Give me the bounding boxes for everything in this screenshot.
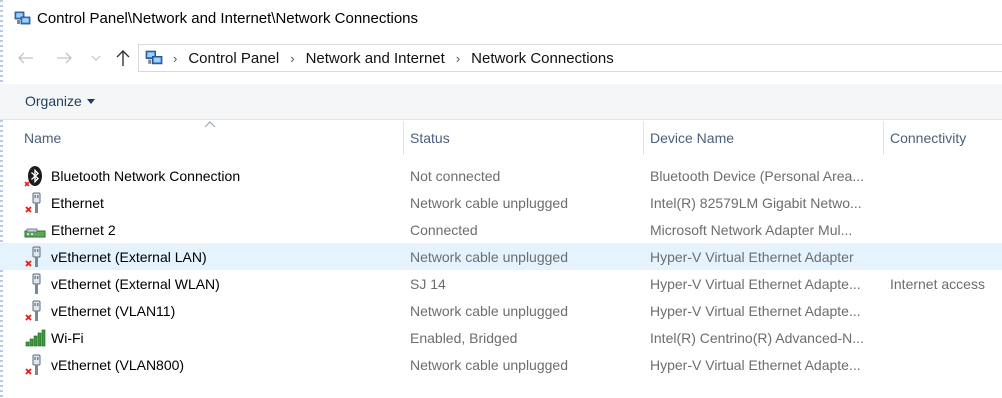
connection-name: vEthernet (External LAN) bbox=[51, 248, 207, 265]
command-bar: Organize bbox=[0, 84, 1002, 120]
connection-connectivity bbox=[890, 162, 1002, 189]
connection-row[interactable]: vEthernet (VLAN800) Network cable unplug… bbox=[0, 351, 1002, 378]
connection-device: Intel(R) 82579LM Gigabit Netwo... bbox=[650, 194, 862, 211]
chevron-right-icon[interactable]: › bbox=[456, 51, 460, 66]
connections-list: Bluetooth Network Connection Not connect… bbox=[0, 162, 1002, 378]
chevron-down-icon bbox=[91, 55, 101, 61]
connection-connectivity bbox=[890, 351, 1002, 378]
network-connections-icon bbox=[14, 11, 31, 24]
connection-connectivity bbox=[890, 324, 1002, 351]
column-header-name[interactable]: Name bbox=[18, 121, 402, 155]
arrow-right-icon bbox=[57, 52, 72, 64]
column-header-device-name[interactable]: Device Name bbox=[643, 121, 882, 155]
chevron-right-icon[interactable]: › bbox=[290, 51, 294, 66]
column-headers: Name Status Device Name Connectivity bbox=[0, 121, 1002, 155]
breadcrumb-control-panel[interactable]: Control Panel bbox=[188, 50, 279, 67]
chevron-right-icon[interactable]: › bbox=[173, 51, 177, 66]
connection-status: Network cable unplugged bbox=[410, 302, 568, 319]
connection-row[interactable]: vEthernet (External WLAN) SJ 14 Hyper-V … bbox=[0, 270, 1002, 297]
ethernet-icon bbox=[32, 273, 41, 294]
connection-row[interactable]: Wi-Fi Enabled, Bridged Intel(R) Centrino… bbox=[0, 324, 1002, 351]
connection-name: Wi-Fi bbox=[51, 329, 84, 346]
organize-button[interactable]: Organize bbox=[25, 93, 95, 109]
connection-device: Hyper-V Virtual Ethernet Adapte... bbox=[650, 302, 861, 319]
organize-label: Organize bbox=[25, 93, 82, 109]
forward-button[interactable] bbox=[54, 48, 74, 68]
connection-device: Hyper-V Virtual Ethernet Adapte... bbox=[650, 275, 861, 292]
connection-name: Ethernet 2 bbox=[51, 221, 116, 238]
ethernet-connected-icon bbox=[24, 228, 46, 237]
connection-row-selected[interactable]: vEthernet (External LAN) Network cable u… bbox=[0, 243, 1002, 270]
address-bar[interactable]: › Control Panel › Network and Internet ›… bbox=[138, 44, 1002, 72]
connection-status: Not connected bbox=[410, 167, 501, 184]
connection-name: vEthernet (External WLAN) bbox=[51, 275, 220, 292]
connection-connectivity bbox=[890, 243, 1002, 270]
arrow-up-icon bbox=[116, 49, 130, 66]
connection-status: SJ 14 bbox=[410, 275, 446, 292]
title-bar: Control Panel\Network and Internet\Netwo… bbox=[0, 0, 1002, 36]
connection-connectivity: Internet access bbox=[890, 275, 985, 292]
connection-name: vEthernet (VLAN11) bbox=[51, 302, 176, 319]
connection-status: Network cable unplugged bbox=[410, 248, 568, 265]
connection-device: Microsoft Network Adapter Mul... bbox=[650, 221, 853, 238]
column-header-connectivity[interactable]: Connectivity bbox=[883, 121, 1002, 155]
connection-device: Intel(R) Centrino(R) Advanced-N... bbox=[650, 329, 864, 346]
breadcrumb-network-and-internet[interactable]: Network and Internet bbox=[306, 50, 445, 67]
connection-row[interactable]: vEthernet (VLAN11) Network cable unplugg… bbox=[0, 297, 1002, 324]
ethernet-unplugged-icon bbox=[25, 300, 41, 321]
breadcrumb-network-connections[interactable]: Network Connections bbox=[471, 50, 614, 67]
connection-row[interactable]: Ethernet 2 Connected Microsoft Network A… bbox=[0, 216, 1002, 243]
connection-device: Bluetooth Device (Personal Area... bbox=[650, 167, 865, 184]
caret-down-icon bbox=[86, 99, 95, 104]
connection-row[interactable]: Ethernet Network cable unplugged Intel(R… bbox=[0, 189, 1002, 216]
arrow-left-icon bbox=[18, 52, 33, 64]
ethernet-unplugged-icon bbox=[25, 354, 41, 375]
connection-connectivity bbox=[890, 216, 1002, 243]
connection-device: Hyper-V Virtual Ethernet Adapter bbox=[650, 248, 854, 265]
connection-name: Bluetooth Network Connection bbox=[51, 167, 241, 184]
connection-connectivity bbox=[890, 297, 1002, 324]
connection-device: Hyper-V Virtual Ethernet Adapte... bbox=[650, 356, 861, 373]
up-button[interactable] bbox=[113, 48, 133, 68]
connection-status: Enabled, Bridged bbox=[410, 329, 518, 346]
recent-locations-button[interactable] bbox=[86, 48, 106, 68]
connection-status: Network cable unplugged bbox=[410, 194, 568, 211]
window-title: Control Panel\Network and Internet\Netwo… bbox=[37, 9, 419, 27]
connection-connectivity bbox=[890, 189, 1002, 216]
back-button[interactable] bbox=[16, 48, 36, 68]
ethernet-unplugged-icon bbox=[25, 192, 41, 213]
connection-status: Network cable unplugged bbox=[410, 356, 568, 373]
column-header-status[interactable]: Status bbox=[403, 121, 642, 155]
bluetooth-icon bbox=[24, 165, 42, 187]
connection-name: vEthernet (VLAN800) bbox=[51, 356, 185, 373]
connection-name: Ethernet bbox=[51, 194, 104, 211]
connection-status: Connected bbox=[410, 221, 478, 238]
network-connections-icon bbox=[145, 50, 163, 65]
wifi-signal-icon bbox=[25, 329, 46, 346]
navigation-bar: › Control Panel › Network and Internet ›… bbox=[0, 42, 1002, 74]
connection-row[interactable]: Bluetooth Network Connection Not connect… bbox=[0, 162, 1002, 189]
ethernet-unplugged-icon bbox=[25, 246, 41, 267]
